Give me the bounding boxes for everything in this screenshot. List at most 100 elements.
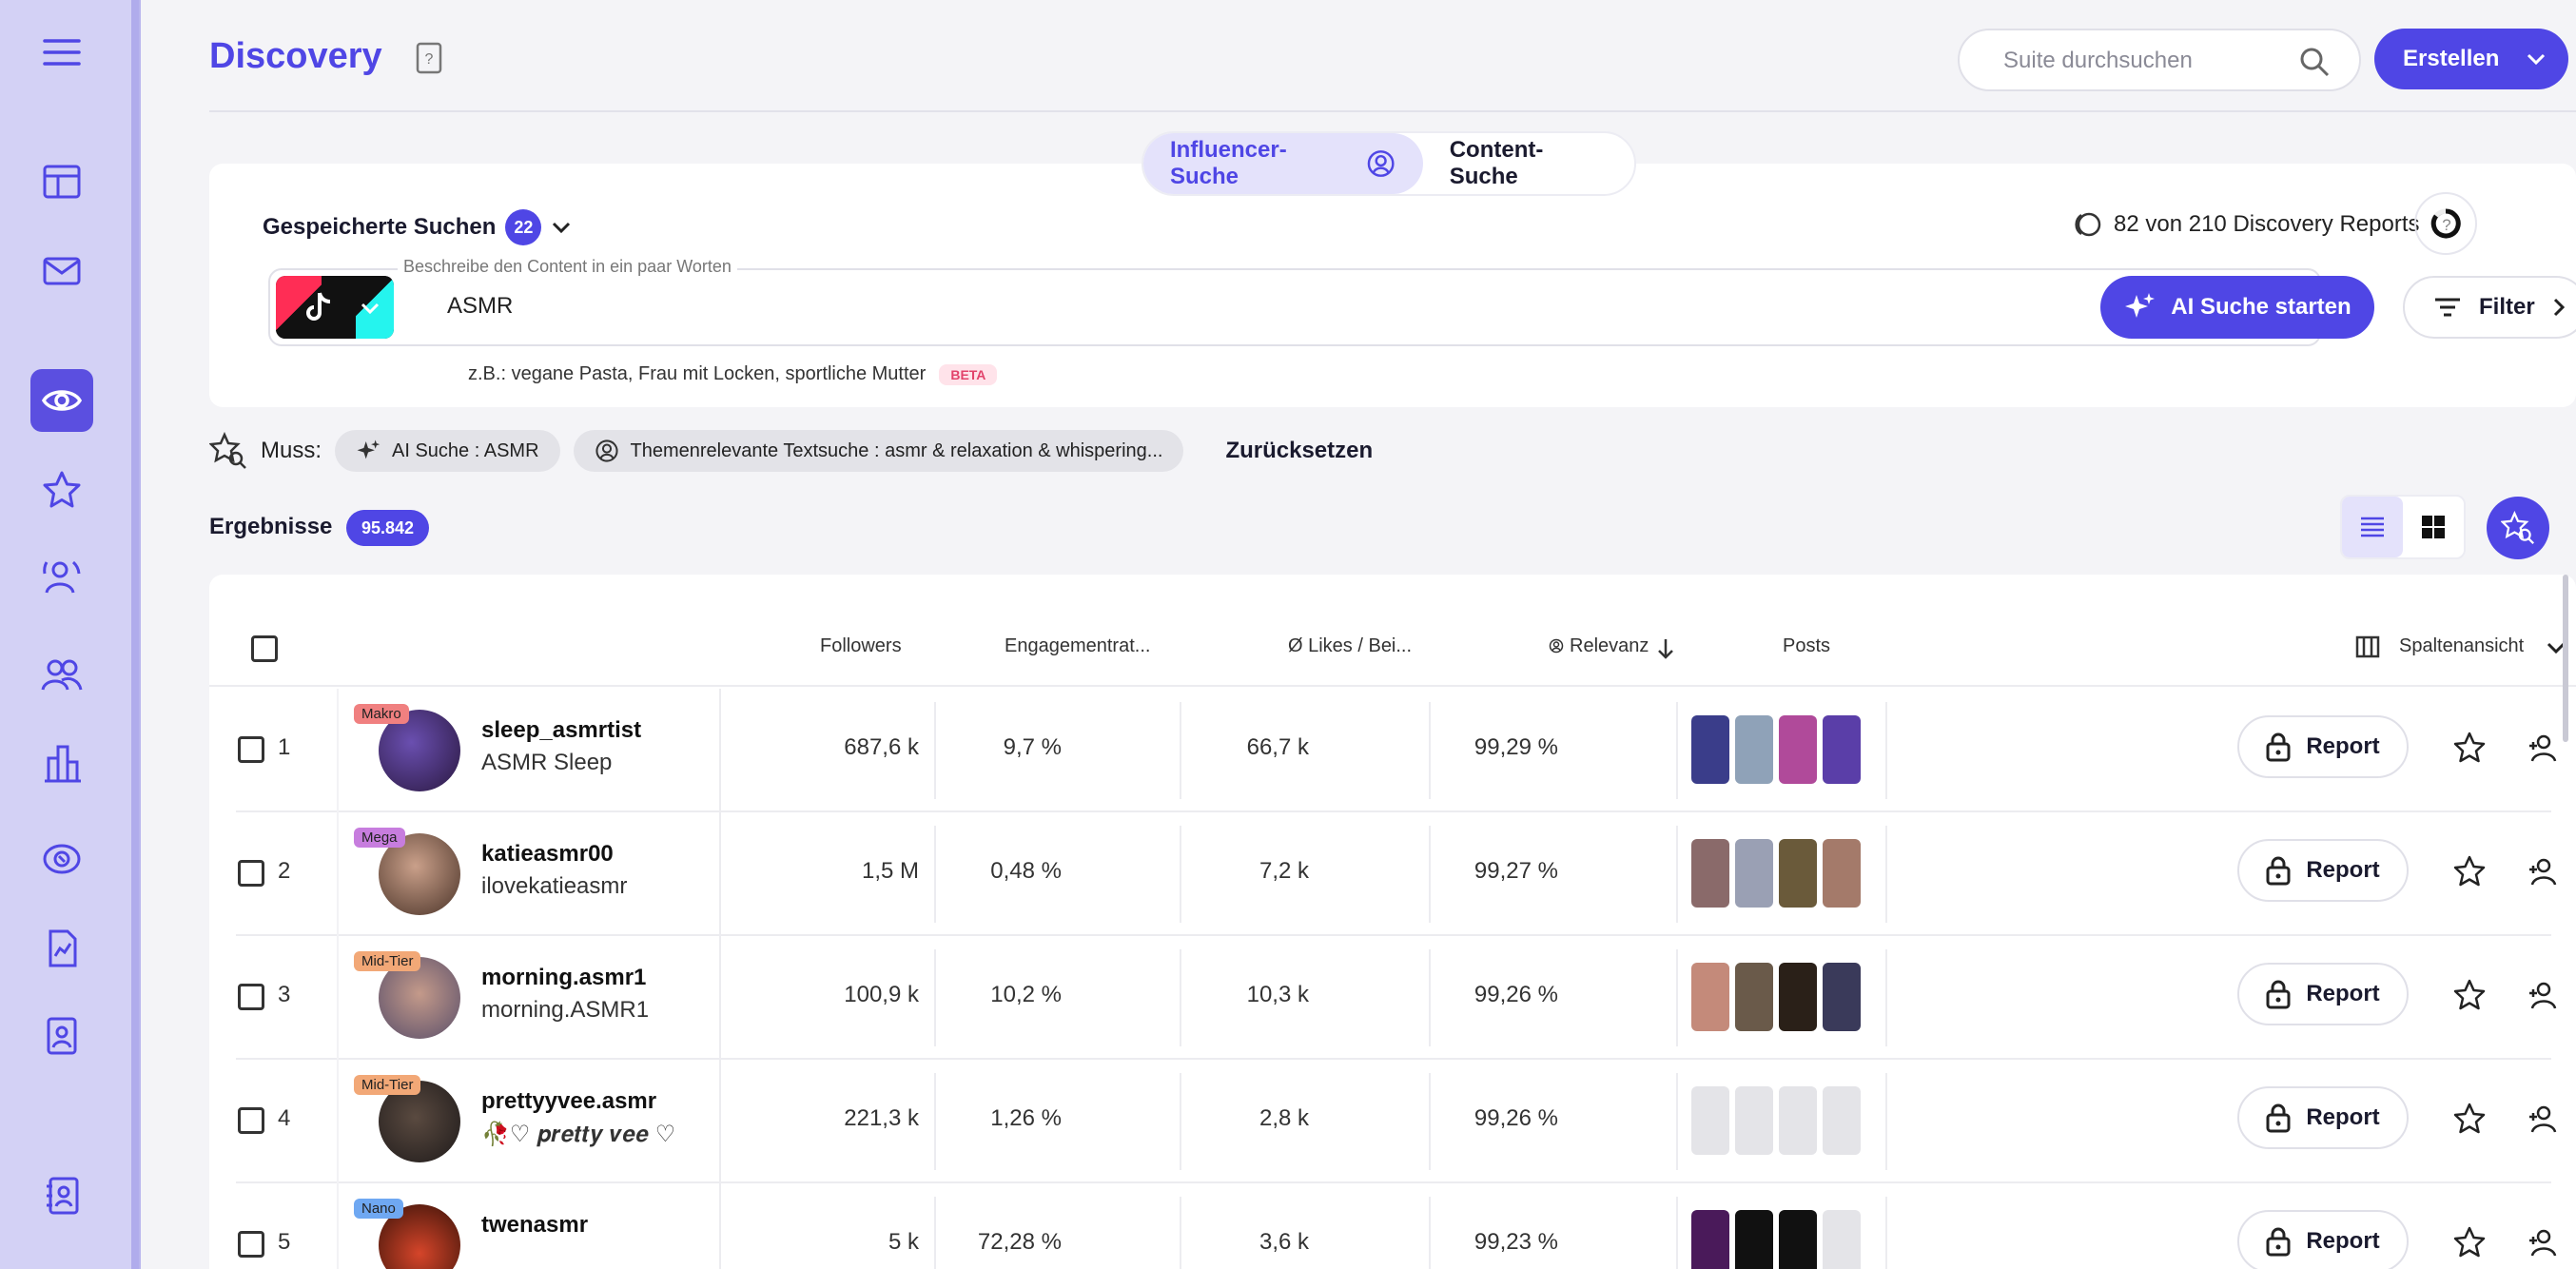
username[interactable]: twenasmr <box>481 1212 588 1239</box>
username[interactable]: morning.asmr1 <box>481 965 646 991</box>
reset-filters-button[interactable]: Zurücksetzen <box>1225 438 1373 464</box>
filter-lines-icon <box>2435 298 2460 317</box>
cell-divider <box>1429 1197 1431 1269</box>
filter-button[interactable]: Filter <box>2403 276 2576 339</box>
report-button[interactable]: Report <box>2237 839 2409 902</box>
row-number: 1 <box>278 734 291 760</box>
ai-search-button[interactable]: AI Suche starten <box>2100 276 2374 339</box>
report-button[interactable]: Report <box>2237 1210 2409 1269</box>
add-user-icon[interactable] <box>2527 978 2561 1012</box>
star-search-icon <box>209 432 246 469</box>
platform-select-tiktok[interactable] <box>276 276 394 339</box>
table-row[interactable]: 4 Mid-Tier prettyyvee.asmr 🥀♡ 𝒑𝒓𝒆𝒕𝒕𝒚 𝒗𝒆𝒆… <box>236 1060 2557 1183</box>
post-thumbnail[interactable] <box>1691 1086 1729 1155</box>
arrow-down-icon[interactable] <box>1657 637 1674 660</box>
table-row[interactable]: 5 Nano twenasmr 5 k 72,28 % 3,6 k 99,23 … <box>236 1183 2557 1269</box>
contacts-book-icon[interactable] <box>30 1164 93 1227</box>
help-book-icon[interactable]: ? <box>415 42 443 74</box>
star-icon[interactable] <box>2452 854 2487 888</box>
discovery-eye-icon[interactable] <box>30 369 93 432</box>
post-thumbnail[interactable] <box>1691 1210 1729 1269</box>
tab-content-search-label: Content-Suche <box>1449 137 1544 189</box>
favorites-star-icon[interactable] <box>30 459 93 521</box>
tier-badge: Mega <box>354 828 405 848</box>
table-scrollbar[interactable] <box>2563 575 2568 742</box>
add-user-icon[interactable] <box>2527 1102 2561 1136</box>
tab-influencer-search[interactable]: Influencer-Suche <box>1143 133 1423 194</box>
reports-progress-button[interactable] <box>2414 192 2477 255</box>
table-row[interactable]: 1 Makro sleep_asmrtist ASMR Sleep 687,6 … <box>236 689 2557 812</box>
add-user-icon[interactable] <box>2527 854 2561 888</box>
post-thumbnail[interactable] <box>1735 1210 1773 1269</box>
post-thumbnail[interactable] <box>1735 715 1773 784</box>
report-button[interactable]: Report <box>2237 715 2409 778</box>
post-thumbnail[interactable] <box>1735 963 1773 1031</box>
query-input[interactable]: ASMR <box>447 293 513 320</box>
post-thumbnail[interactable] <box>1691 715 1729 784</box>
post-thumbnail[interactable] <box>1779 1210 1817 1269</box>
sidebar-scrollbar[interactable] <box>131 0 139 1269</box>
saved-searches-dropdown[interactable]: Gespeicherte Suchen 22 <box>263 209 572 245</box>
table-row[interactable]: 3 Mid-Tier morning.asmr1 morning.ASMR1 1… <box>236 936 2557 1060</box>
mail-icon[interactable] <box>30 240 93 303</box>
row-checkbox[interactable] <box>238 736 264 763</box>
post-thumbnail[interactable] <box>1779 1086 1817 1155</box>
row-checkbox[interactable] <box>238 860 264 887</box>
post-thumbnail[interactable] <box>1823 1086 1861 1155</box>
post-thumbnail[interactable] <box>1691 839 1729 908</box>
search-icon[interactable] <box>2298 46 2331 78</box>
username[interactable]: katieasmr00 <box>481 841 614 868</box>
post-thumbnail[interactable] <box>1779 963 1817 1031</box>
profile-document-icon[interactable] <box>30 1005 93 1067</box>
post-thumbnail[interactable] <box>1823 715 1861 784</box>
sidebar <box>0 0 141 1269</box>
table-row[interactable]: 2 Mega katieasmr00 ilovekatieasmr 1,5 M … <box>236 812 2557 936</box>
post-thumbnail[interactable] <box>1779 715 1817 784</box>
report-chart-icon[interactable] <box>30 917 93 980</box>
dashboard-icon[interactable] <box>30 150 93 213</box>
create-button[interactable]: Erstellen <box>2374 29 2568 89</box>
columns-view-button[interactable]: Spaltenansicht <box>2399 635 2524 657</box>
tab-content-search[interactable]: Content-Suche <box>1423 133 1634 194</box>
col-relevance[interactable]: Relevanz <box>1570 635 1649 657</box>
post-thumbnail[interactable] <box>1735 839 1773 908</box>
relevance-value: 99,23 % <box>1473 1229 1558 1255</box>
filter-chip-text-search[interactable]: Themenrelevante Textsuche : asmr & relax… <box>573 430 1184 472</box>
star-icon[interactable] <box>2452 731 2487 765</box>
add-user-icon[interactable] <box>2527 731 2561 765</box>
col-likes[interactable]: Ø Likes / Bei... <box>1288 635 1412 657</box>
list-view-button[interactable] <box>2342 497 2403 557</box>
col-followers[interactable]: Followers <box>820 635 902 657</box>
star-icon[interactable] <box>2452 1225 2487 1259</box>
username[interactable]: sleep_asmrtist <box>481 717 641 744</box>
post-thumbnail[interactable] <box>1823 1210 1861 1269</box>
post-thumbnail[interactable] <box>1823 839 1861 908</box>
add-user-icon[interactable] <box>2527 1225 2561 1259</box>
row-checkbox[interactable] <box>238 1231 264 1258</box>
sparkle-icon <box>2125 293 2156 318</box>
row-checkbox[interactable] <box>238 1107 264 1134</box>
star-icon[interactable] <box>2452 978 2487 1012</box>
post-thumbnail[interactable] <box>1691 963 1729 1031</box>
grid-view-button[interactable] <box>2403 497 2464 557</box>
post-thumbnail[interactable] <box>1735 1086 1773 1155</box>
filter-chip-ai-search[interactable]: AI Suche : ASMR <box>335 430 560 472</box>
analytics-building-icon[interactable] <box>30 732 93 795</box>
menu-icon[interactable] <box>30 21 93 84</box>
select-all-checkbox[interactable] <box>251 635 278 662</box>
report-button[interactable]: Report <box>2237 1086 2409 1149</box>
col-engagement[interactable]: Engagementrat... <box>1005 635 1150 657</box>
influencer-search-icon[interactable] <box>30 546 93 609</box>
cell-divider <box>1180 702 1181 799</box>
people-icon[interactable] <box>30 643 93 706</box>
username[interactable]: prettyyvee.asmr <box>481 1088 656 1115</box>
campaign-icon[interactable] <box>30 828 93 890</box>
cell-divider <box>1885 1073 1887 1170</box>
suite-search-input[interactable] <box>2003 46 2289 76</box>
post-thumbnail[interactable] <box>1823 963 1861 1031</box>
star-icon[interactable] <box>2452 1102 2487 1136</box>
row-checkbox[interactable] <box>238 984 264 1010</box>
post-thumbnail[interactable] <box>1779 839 1817 908</box>
star-search-button[interactable] <box>2487 497 2549 559</box>
report-button[interactable]: Report <box>2237 963 2409 1025</box>
